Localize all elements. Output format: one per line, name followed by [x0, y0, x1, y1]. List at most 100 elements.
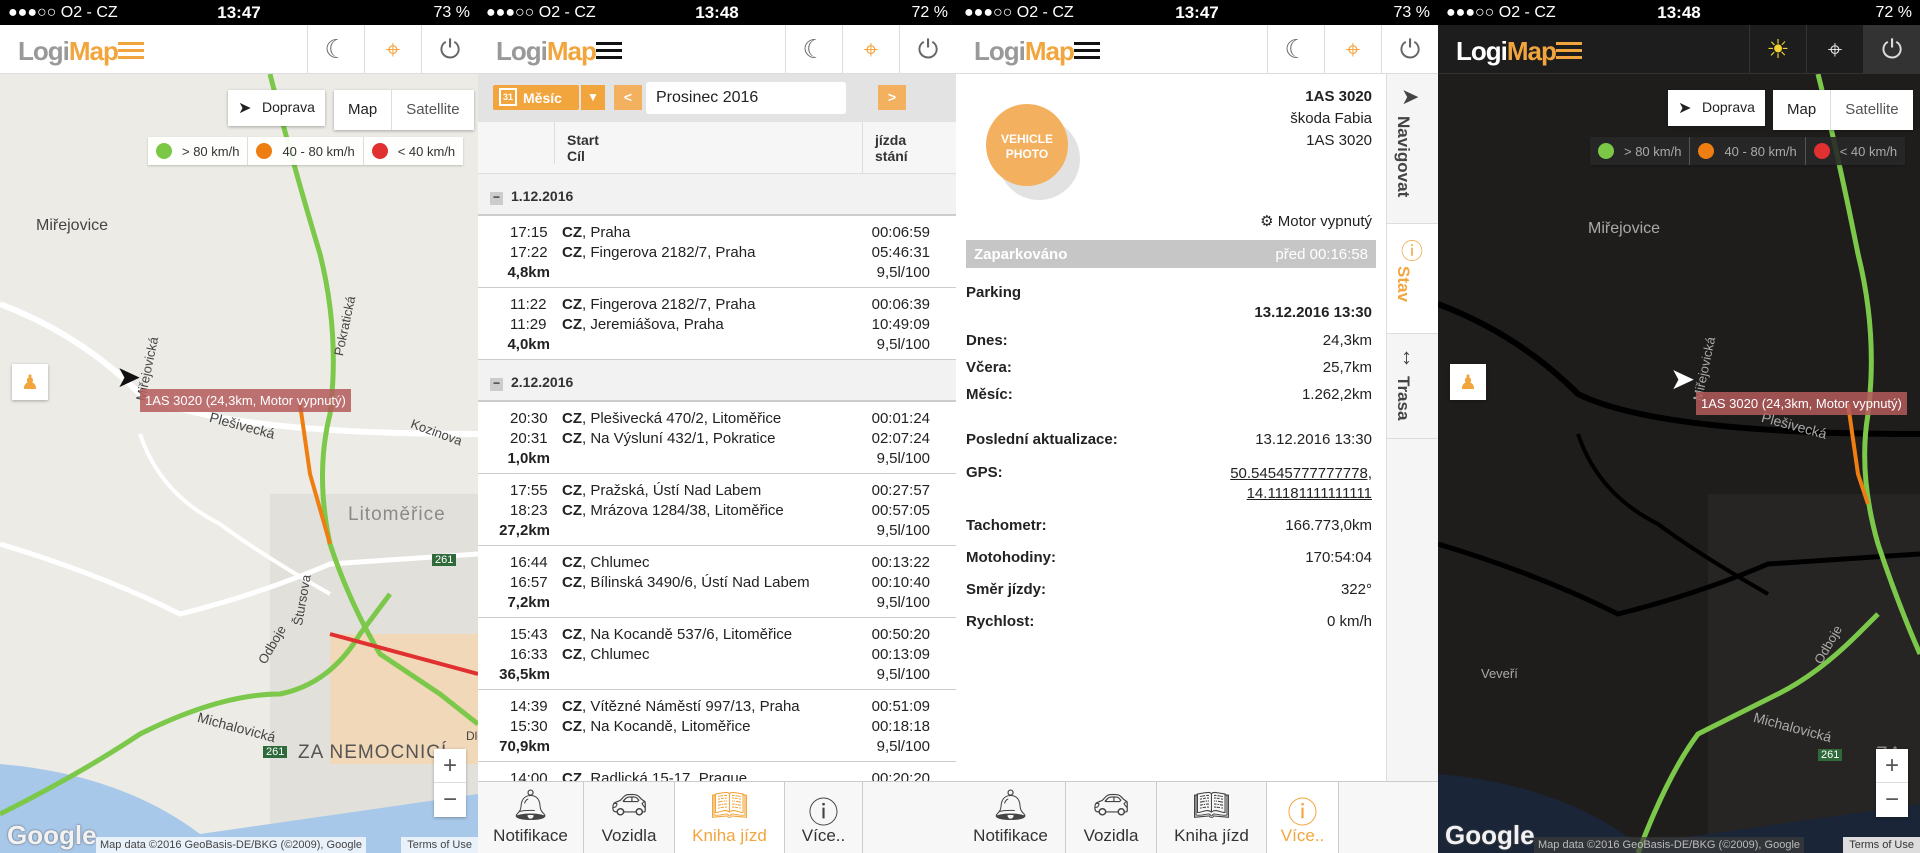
- trip-row[interactable]: 15:43 16:33 36,5km CZ, Na Kocandě 537/6, Li…: [478, 618, 956, 690]
- trip-end-time: 15:30: [510, 718, 548, 735]
- trip-row[interactable]: 11:22 11:29 4,0km CZ, Fingerova 2182/7, Pra…: [478, 288, 956, 360]
- moon-icon[interactable]: ☾: [785, 25, 842, 74]
- locate-icon[interactable]: ⌖: [1324, 25, 1381, 74]
- battery: 72 %: [911, 4, 948, 21]
- trip-consumption: 9,5l/100: [876, 264, 930, 281]
- tab-notifikace[interactable]: 🔔︎ Notifikace: [956, 782, 1066, 853]
- map-view[interactable]: Miřejovice Miřejovická Pokratická Pleš­i…: [0, 74, 478, 853]
- day-header[interactable]: −1.12.2016: [478, 174, 956, 216]
- battery: 72 %: [1875, 4, 1912, 21]
- locate-icon[interactable]: ⌖: [1806, 25, 1863, 74]
- locate-icon[interactable]: ⌖: [842, 25, 899, 74]
- street-view-pegman-icon[interactable]: ♟: [12, 364, 48, 400]
- journal-list[interactable]: −1.12.2016 17:15 17:22 4,8km CZ, Praha CZ, Fi…: [478, 174, 956, 781]
- vehicle-label[interactable]: 1AS 3020 (24,3km, Motor vypnutý): [140, 389, 351, 412]
- clock: 13:47: [1175, 3, 1219, 22]
- trip-row[interactable]: 17:55 18:23 27,2km CZ, Pražská, Ústí Nad La…: [478, 474, 956, 546]
- zoom-out-button[interactable]: −: [434, 783, 466, 817]
- trip-stop-time: 00:10:40: [871, 574, 930, 591]
- map-type-map-button[interactable]: Map: [334, 90, 393, 130]
- gps-link[interactable]: 50.54545777777778, 14.11181111111111: [1230, 464, 1372, 504]
- vehicle-detail: VEHICLE PHOTO 1AS 3020 škoda Fabia 1AS 30…: [956, 74, 1386, 781]
- bell-icon: 🔔︎: [511, 789, 550, 822]
- navigate-button[interactable]: ➤ Doprava: [228, 90, 325, 126]
- terms-link[interactable]: Terms of Use: [1843, 837, 1920, 853]
- gear-icon: ⚙: [1260, 213, 1274, 230]
- trip-row[interactable]: 17:15 17:22 4,8km CZ, Praha CZ, Fingerova 21…: [478, 216, 956, 288]
- street-view-pegman-icon[interactable]: ♟: [1450, 364, 1486, 400]
- trip-start-address: CZ, Radlická 15-17, Prague: [562, 770, 748, 781]
- period-dropdown-icon[interactable]: ▼: [581, 85, 605, 110]
- trip-row[interactable]: 14:39 15:30 70,9km CZ, Vítězné Náměstí 997/…: [478, 690, 956, 762]
- terms-link[interactable]: Terms of Use: [401, 837, 478, 853]
- trip-end-address: CZ, Chlumec: [562, 646, 650, 663]
- tab-kniha-jizd[interactable]: 📖︎ Kniha jízd: [675, 782, 785, 853]
- collapse-icon[interactable]: −: [490, 191, 503, 205]
- app-bar: LogiMap ☾ ⌖ ⏻: [478, 25, 956, 74]
- speed-legend: > 80 km/h 40 - 80 km/h < 40 km/h: [148, 137, 464, 165]
- google-logo: Google: [1445, 820, 1535, 850]
- trip-row[interactable]: 14:00 CZ, Radlická 15-17, Prague 00:20:20: [478, 762, 956, 781]
- trip-distance: 36,5km: [499, 666, 550, 683]
- journal-toolbar: 31 Měsíc ▼ < Prosinec 2016 >: [478, 74, 956, 122]
- map-view[interactable]: Miřejovice Miřejovická Pleš­ivecká Odboj…: [1438, 74, 1920, 853]
- map-type-toggle: Map Satellite: [334, 90, 474, 130]
- trip-row[interactable]: 20:30 20:31 1,0km CZ, Plešivecká 470/2, Lit…: [478, 402, 956, 474]
- trip-row[interactable]: 16:44 16:57 7,2km CZ, Chlumec CZ, Bílinská 3…: [478, 546, 956, 618]
- info-icon: ⓘ: [1287, 797, 1318, 830]
- trip-start-time: 14:39: [510, 698, 548, 715]
- legend-medium: 40 - 80 km/h: [1690, 137, 1806, 165]
- power-icon[interactable]: ⏻: [421, 25, 478, 74]
- prev-month-button[interactable]: <: [614, 85, 642, 110]
- navigate-button[interactable]: ➤ Doprava: [1668, 90, 1765, 126]
- zoom-in-button[interactable]: +: [1876, 749, 1908, 783]
- menu-icon[interactable]: [596, 42, 622, 60]
- tab-bar: 🔔︎ Notifikace 🚗︎ Vozidla 📖︎ Kniha jízd ⓘ Víc…: [956, 781, 1438, 853]
- locate-icon[interactable]: ⌖: [364, 25, 421, 74]
- clock: 13:48: [1657, 3, 1701, 22]
- trip-end-time: 11:29: [510, 316, 547, 333]
- legend-medium: 40 - 80 km/h: [248, 137, 364, 165]
- app-bar: LogiMap ☾ ⌖ ⏻: [0, 25, 478, 74]
- tab-vice[interactable]: ⓘ Více..: [785, 782, 863, 853]
- trip-stop-time: 00:57:05: [871, 502, 930, 519]
- zoom-out-button[interactable]: −: [1876, 783, 1908, 817]
- tab-vozidla[interactable]: 🚗︎ Vozidla: [584, 782, 675, 853]
- trip-start-time: 17:15: [510, 224, 548, 241]
- vehicle-arrow-icon[interactable]: ➤: [116, 360, 141, 395]
- zoom-in-button[interactable]: +: [434, 749, 466, 783]
- menu-icon[interactable]: [1556, 42, 1582, 60]
- tab-kniha-jizd[interactable]: 📖︎ Kniha jízd: [1157, 782, 1267, 853]
- sun-icon[interactable]: ☀: [1749, 25, 1806, 74]
- trip-stop-time: 05:46:31: [871, 244, 930, 261]
- menu-icon[interactable]: [1074, 42, 1100, 60]
- tab-notifikace[interactable]: 🔔︎ Notifikace: [478, 782, 584, 853]
- trip-end-address: CZ, Fingerova 2182/7, Praha: [562, 244, 756, 261]
- map-type-map-button[interactable]: Map: [1773, 90, 1832, 130]
- period-button[interactable]: 31 Měsíc: [493, 85, 579, 110]
- legend-fast: > 80 km/h: [148, 137, 249, 165]
- menu-icon[interactable]: [118, 42, 144, 60]
- map-type-satellite-button[interactable]: Satellite: [392, 90, 473, 130]
- tab-vice[interactable]: ⓘ Více..: [1267, 782, 1339, 853]
- month-field[interactable]: Prosinec 2016: [646, 82, 846, 114]
- power-icon[interactable]: ⏻: [899, 25, 956, 74]
- map-type-satellite-button[interactable]: Satellite: [1831, 90, 1912, 130]
- vehicle-arrow-icon[interactable]: ➤: [1670, 362, 1695, 397]
- collapse-icon[interactable]: −: [490, 377, 503, 391]
- trip-start-time: 20:30: [510, 410, 548, 427]
- day-header[interactable]: −2.12.2016: [478, 360, 956, 402]
- map-label-litomerice: Litoměřice: [348, 504, 446, 525]
- sidetab-stav[interactable]: ⓘ Stav: [1387, 224, 1438, 334]
- vehicle-label[interactable]: 1AS 3020 (24,3km, Motor vypnutý): [1696, 392, 1907, 415]
- power-icon[interactable]: ⏻: [1381, 25, 1438, 74]
- moon-icon[interactable]: ☾: [1267, 25, 1324, 74]
- tab-vozidla[interactable]: 🚗︎ Vozidla: [1066, 782, 1157, 853]
- next-month-button[interactable]: >: [878, 85, 906, 110]
- sidetab-navigovat[interactable]: ➤ Navigovat: [1387, 74, 1438, 224]
- zoom-control: + −: [1876, 749, 1908, 817]
- sidetab-trasa[interactable]: ↕ Trasa: [1387, 334, 1438, 439]
- power-icon[interactable]: ⏻: [1863, 25, 1920, 74]
- trip-distance: 4,8km: [507, 264, 550, 281]
- moon-icon[interactable]: ☾: [307, 25, 364, 74]
